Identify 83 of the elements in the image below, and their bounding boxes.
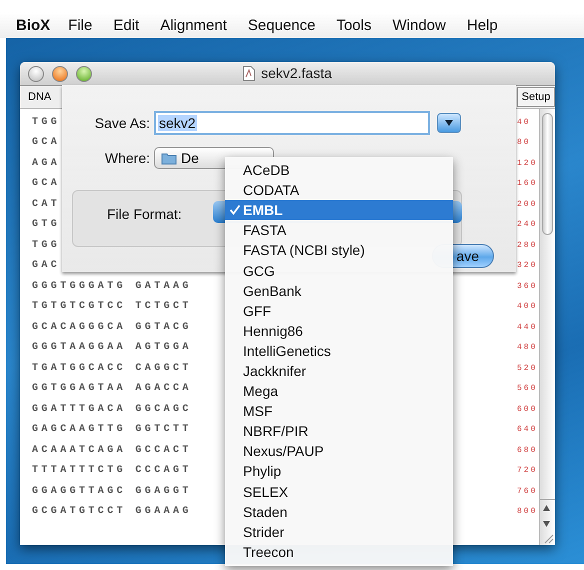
expand-button[interactable] (437, 113, 461, 133)
minimize-button[interactable] (52, 66, 68, 82)
format-menu-item[interactable]: GFF (225, 300, 453, 321)
menu-item[interactable]: Help (466, 16, 498, 34)
format-menu-item[interactable]: CODATA (225, 180, 453, 200)
position-number: 240 (517, 220, 538, 230)
sequence-text: GGGTAAGGAA AGTGGA (32, 342, 192, 354)
app-menu[interactable]: BioX (16, 16, 50, 34)
position-number: 280 (517, 240, 538, 250)
format-menu-item[interactable]: Nexus/PAUP (225, 441, 453, 462)
position-number: 720 (517, 466, 538, 476)
setup-button[interactable]: Setup (517, 87, 555, 107)
position-number: 160 (517, 179, 538, 188)
position-number: 320 (517, 261, 538, 270)
format-menu-item[interactable]: NBRF/PIR (225, 421, 453, 442)
zoom-button[interactable] (76, 66, 92, 82)
menu-item[interactable]: Tools (336, 16, 372, 34)
position-number: 40 (517, 118, 531, 127)
sequence-text: GGTGGAGTAA AGACCA (32, 383, 192, 394)
sequence-text: CAT (32, 198, 60, 210)
scroll-thumb[interactable] (542, 113, 553, 235)
sequence-text: TTTATTTCTG CCCAGT (32, 465, 192, 476)
where-label: Where: (104, 150, 150, 166)
position-number: 520 (517, 364, 538, 373)
sequence-text: TGATGGCACC CAGGCT (32, 362, 192, 374)
sequence-text: TGTGTCGTCC TCTGCT (32, 301, 192, 312)
sequence-text: ACAAATCAGA GCCACT (32, 444, 192, 456)
position-number: 480 (517, 343, 538, 352)
file-format-label: File Format: (107, 206, 182, 222)
format-menu-item[interactable]: EMBL (225, 200, 453, 220)
sequence-text: GGGTGGGATG GATAAG (32, 280, 192, 292)
position-number: 200 (517, 200, 538, 209)
format-menu-item[interactable]: Phylip (225, 461, 453, 482)
position-number: 80 (517, 138, 531, 148)
window-title: sekv2.fasta (261, 65, 332, 81)
sequence-text: AGA (32, 158, 60, 169)
sequence-text: GCA (32, 137, 60, 148)
position-number: 680 (517, 446, 538, 455)
sequence-text: GAGCAAGTTG GGTCTT (32, 424, 192, 436)
format-menu-item[interactable]: IntelliGenetics (225, 340, 453, 361)
caret-icon (444, 119, 454, 127)
folder-icon (161, 152, 177, 164)
format-menu-item[interactable]: GenBank (225, 280, 453, 301)
sequence-text: TGG (32, 240, 60, 251)
position-number: 440 (517, 322, 538, 332)
menu-item[interactable]: Edit (113, 16, 140, 34)
format-menu-item[interactable]: Mega (225, 381, 453, 402)
document-icon (243, 66, 256, 80)
sequence-text: GGAGGTTAGC GGAGGT (32, 486, 192, 497)
format-menu-item[interactable]: Jackknifer (225, 360, 453, 382)
format-menu-item[interactable]: SELEX (225, 482, 453, 502)
sequence-text: GCGATGTCCT GGAAAG (32, 506, 192, 518)
close-button[interactable] (28, 66, 44, 82)
sequence-text: GTG (32, 219, 60, 230)
menu-item[interactable]: Sequence (248, 16, 316, 34)
format-menu-item[interactable]: FASTA (225, 220, 453, 240)
format-menu-item[interactable]: Staden (225, 502, 453, 522)
format-menu-item[interactable]: Treecon (225, 542, 453, 562)
format-menu-item[interactable]: Hennig86 (225, 320, 453, 341)
position-number: 400 (517, 302, 538, 312)
sequence-text: GGATTTGACA GGCAGC (32, 404, 192, 415)
filename-field[interactable]: sekv2 (154, 111, 430, 135)
position-number: 760 (517, 486, 538, 496)
sequence-text: GAC (32, 260, 60, 272)
check-icon (229, 204, 241, 216)
menu-item[interactable]: Alignment (160, 16, 227, 34)
menu-item[interactable]: Window (392, 16, 446, 34)
sequence-text: GCA (32, 178, 60, 190)
position-number: 360 (517, 282, 538, 291)
position-number: 600 (517, 404, 538, 414)
sequence-text: TGG (32, 116, 60, 128)
scrollbar[interactable] (539, 109, 555, 545)
position-number: 120 (517, 158, 538, 168)
position-number: 640 (517, 425, 538, 434)
position-number: 560 (517, 384, 538, 394)
position-number: 800 (517, 507, 538, 516)
format-menu-item[interactable]: Strider (225, 522, 453, 542)
save-as-label: Save As: (94, 115, 150, 131)
dna-label: DNA (27, 91, 52, 103)
sequence-text: GCACAGGGCA GGTACG (32, 322, 192, 333)
menu-item[interactable]: File (68, 16, 92, 34)
resize-grip-icon[interactable] (542, 532, 554, 544)
format-menu-item[interactable]: MSF (225, 401, 453, 422)
